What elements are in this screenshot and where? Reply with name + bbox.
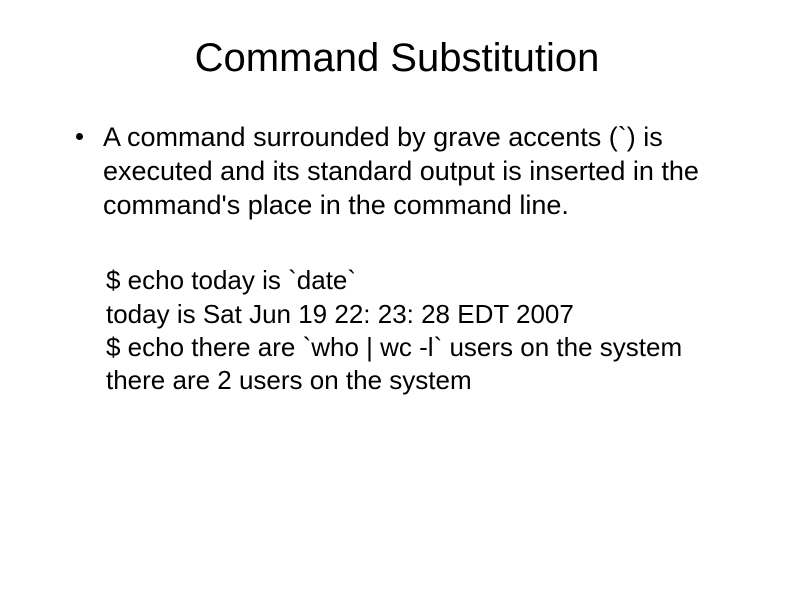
example-line-2: today is Sat Jun 19 22: 23: 28 EDT 2007 <box>106 298 734 331</box>
example-line-3: $ echo there are `who | wc -l` users on … <box>106 331 734 364</box>
bullet-text: A command surrounded by grave accents (`… <box>103 121 723 222</box>
example-block: $ echo today is `date` today is Sat Jun … <box>106 264 734 397</box>
slide: Command Substitution A command surrounde… <box>0 0 794 595</box>
example-line-4: there are 2 users on the system <box>106 364 734 397</box>
example-line-1: $ echo today is `date` <box>106 264 734 297</box>
bullet-icon <box>76 133 83 140</box>
bullet-item: A command surrounded by grave accents (`… <box>76 121 734 222</box>
slide-title: Command Substitution <box>60 36 734 81</box>
